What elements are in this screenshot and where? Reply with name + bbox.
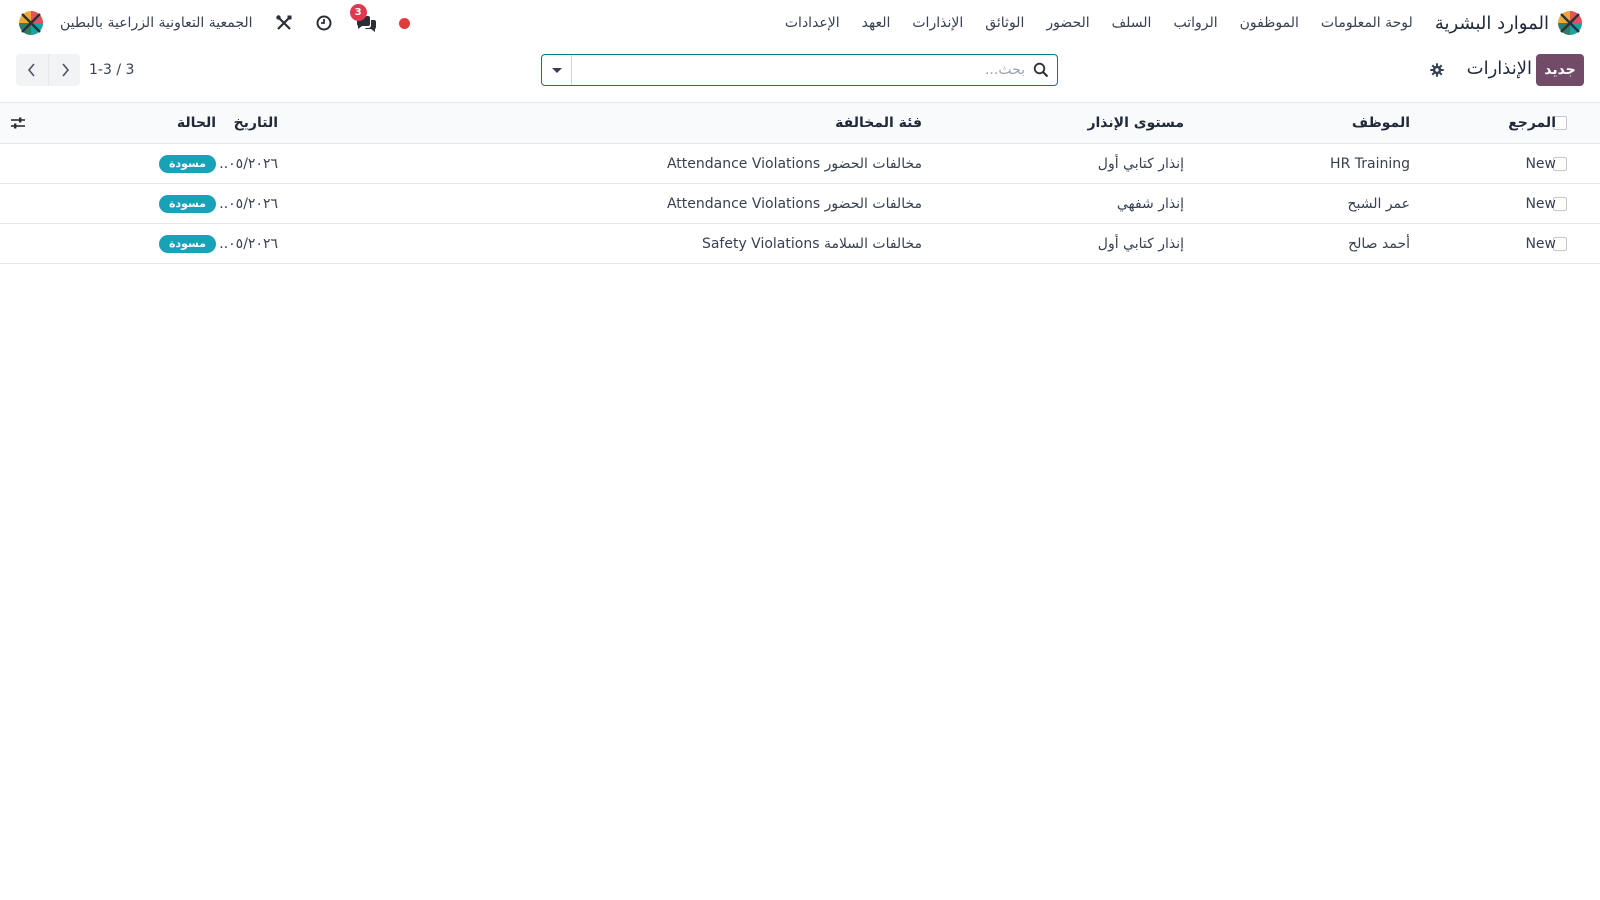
menu-employees[interactable]: الموظفون [1240,15,1299,31]
menu-dashboard[interactable]: لوحة المعلومات [1321,15,1413,31]
hr-app-icon[interactable] [1557,10,1583,36]
control-panel: جديد الإنذارات 1-3 / 3 [0,46,1600,102]
systray: 3 الجمعية التعاونية الزراعية بالبطين [0,4,410,36]
main-menu: لوحة المعلومات الموظفون الرواتب السلف ال… [763,15,1413,31]
menu-payroll[interactable]: الرواتب [1173,15,1217,31]
search-box [541,54,1058,86]
sliders-icon [11,117,25,129]
caret-down-icon [552,68,562,73]
cell-date: ٠٥/٢٠٢٦... [218,235,278,252]
search-icon[interactable] [1033,62,1049,78]
menu-custody[interactable]: العهد [862,15,891,31]
cell-date: ٠٥/٢٠٢٦... [218,195,278,212]
gear-icon[interactable] [1430,63,1444,77]
search-options-toggle[interactable] [542,55,572,85]
menu-documents[interactable]: الوثائق [985,15,1024,31]
cell-employee: HR Training [1330,155,1410,172]
menu-warnings[interactable]: الإنذارات [912,15,963,31]
clock-icon[interactable] [315,14,333,32]
cell-state: مسودة [126,184,216,223]
table-row[interactable]: New عمر الشبح إنذار شفهي مخالفات الحضور … [0,184,1600,224]
cell-category: مخالفات الحضور Attendance Violations [666,195,922,212]
cell-category: مخالفات السلامة Safety Violations [701,235,922,252]
company-name[interactable]: الجمعية التعاونية الزراعية بالبطين [60,15,253,31]
column-header-date[interactable]: التاريخ [218,103,278,143]
table-row[interactable]: New أحمد صالح إنذار كتابي أول مخالفات ال… [0,224,1600,264]
optional-columns-toggle[interactable] [8,103,28,143]
main-navbar: الموارد البشرية لوحة المعلومات الموظفون … [0,0,1600,46]
warnings-list: المرجع الموظف مستوى الإنذار فئة المخالفة… [0,102,1600,264]
column-header-category[interactable]: فئة المخالفة [592,103,922,143]
pager-next-button[interactable] [48,54,80,86]
status-badge: مسودة [158,194,216,213]
app-title[interactable]: الموارد البشرية [1435,13,1549,34]
status-badge: مسودة [158,234,216,253]
table-row[interactable]: New HR Training إنذار كتابي أول مخالفات … [0,144,1600,184]
menu-settings[interactable]: الإعدادات [785,15,840,31]
tools-icon[interactable] [275,14,293,32]
company-avatar-icon[interactable] [18,10,44,36]
cell-level: إنذار كتابي أول [1097,235,1184,252]
menu-attendance[interactable]: الحضور [1046,15,1089,31]
status-badge: مسودة [158,154,216,173]
cell-state: مسودة [126,144,216,183]
status-dot-icon[interactable] [398,17,410,29]
cell-employee: أحمد صالح [1348,235,1410,252]
chevron-left-icon [27,63,35,77]
column-header-state[interactable]: الحالة [126,103,216,143]
cell-category: مخالفات الحضور Attendance Violations [666,155,922,172]
column-header-level[interactable]: مستوى الإنذار [954,103,1184,143]
cell-state: مسودة [126,224,216,263]
cell-employee: عمر الشبح [1347,195,1410,212]
menu-advances[interactable]: السلف [1112,15,1152,31]
chevron-right-icon [62,63,70,77]
new-button[interactable]: جديد [1536,54,1584,86]
column-header-employee[interactable]: الموظف [1180,103,1410,143]
cell-level: إنذار شفهي [1116,195,1184,212]
cell-level: إنذار كتابي أول [1097,155,1184,172]
pager-previous-button[interactable] [16,54,48,86]
cell-date: ٠٥/٢٠٢٦... [218,155,278,172]
list-header: المرجع الموظف مستوى الإنذار فئة المخالفة… [0,102,1600,144]
page-title: الإنذارات [1466,58,1532,79]
chat-count-badge: 3 [349,4,367,21]
chat-button[interactable]: 3 [349,4,377,33]
search-input[interactable] [585,57,1025,83]
pager-value[interactable]: 1-3 / 3 [89,62,134,78]
